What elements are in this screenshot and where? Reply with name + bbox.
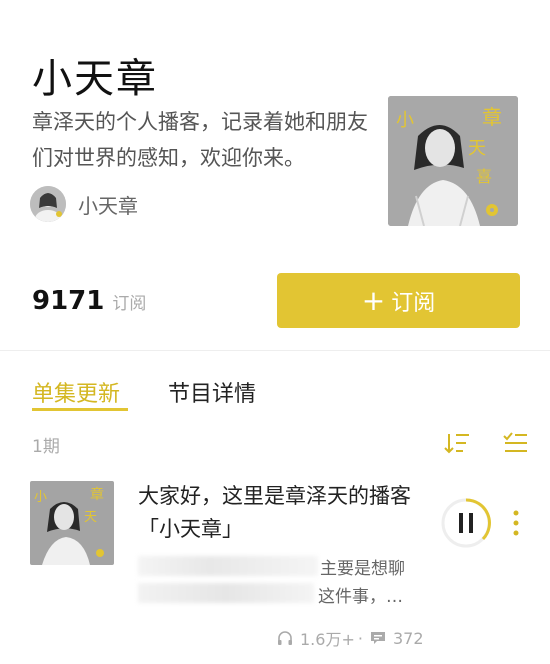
comment-count: 372: [392, 628, 424, 648]
pause-icon: [441, 498, 491, 548]
subscriber-count-value: 9171: [32, 286, 105, 316]
svg-text:天: 天: [84, 510, 97, 525]
author-avatar[interactable]: [30, 186, 66, 222]
more-vertical-icon[interactable]: [508, 508, 524, 538]
active-tab-indicator: [32, 408, 128, 411]
headphones-icon: [278, 631, 292, 645]
svg-text:小: 小: [396, 110, 414, 131]
author-name[interactable]: 小天章: [78, 190, 138, 219]
episode-stats: 1.6万+ · 372: [276, 626, 424, 650]
author-row[interactable]: 小天章: [30, 186, 138, 222]
podcast-description: 章泽天的个人播客，记录着她和朋友们对世界的感知，欢迎你来。: [32, 110, 368, 170]
tab-episodes[interactable]: 单集更新: [32, 376, 120, 408]
comment-icon: [370, 632, 385, 644]
svg-text:喜: 喜: [476, 167, 492, 186]
podcast-title: 小天章: [32, 56, 158, 102]
subscribe-button-label: 订阅: [391, 290, 436, 316]
section-divider: [0, 350, 550, 351]
episode-cover-image[interactable]: 小 章 天: [30, 481, 114, 565]
episode-title[interactable]: 大家好，这里是章泽天的播客「小天章」: [138, 480, 428, 546]
episode-excerpt-line-1: 主要是想聊: [320, 559, 405, 579]
filter-list-icon[interactable]: [501, 430, 529, 456]
play-count: 1.6万+: [300, 630, 355, 649]
episode-excerpt-line-2: 这件事，…: [318, 587, 403, 607]
subscribe-button[interactable]: + 订阅: [277, 273, 520, 328]
blurred-text: [138, 583, 314, 603]
podcast-cover-image: 小 章 天 喜: [388, 96, 518, 226]
svg-text:章: 章: [90, 486, 104, 503]
blurred-text: [138, 556, 318, 576]
svg-text:天: 天: [468, 138, 486, 159]
svg-text:章: 章: [482, 105, 502, 129]
tab-details[interactable]: 节目详情: [168, 376, 256, 408]
subscriber-count-label: 订阅: [112, 294, 147, 314]
episode-count: 1期: [32, 437, 60, 457]
pause-button[interactable]: [440, 497, 492, 549]
subscriber-count: 9171 订阅: [32, 286, 146, 316]
svg-text:小: 小: [34, 490, 47, 505]
plus-icon: +: [361, 283, 386, 317]
sort-icon[interactable]: [443, 430, 471, 456]
